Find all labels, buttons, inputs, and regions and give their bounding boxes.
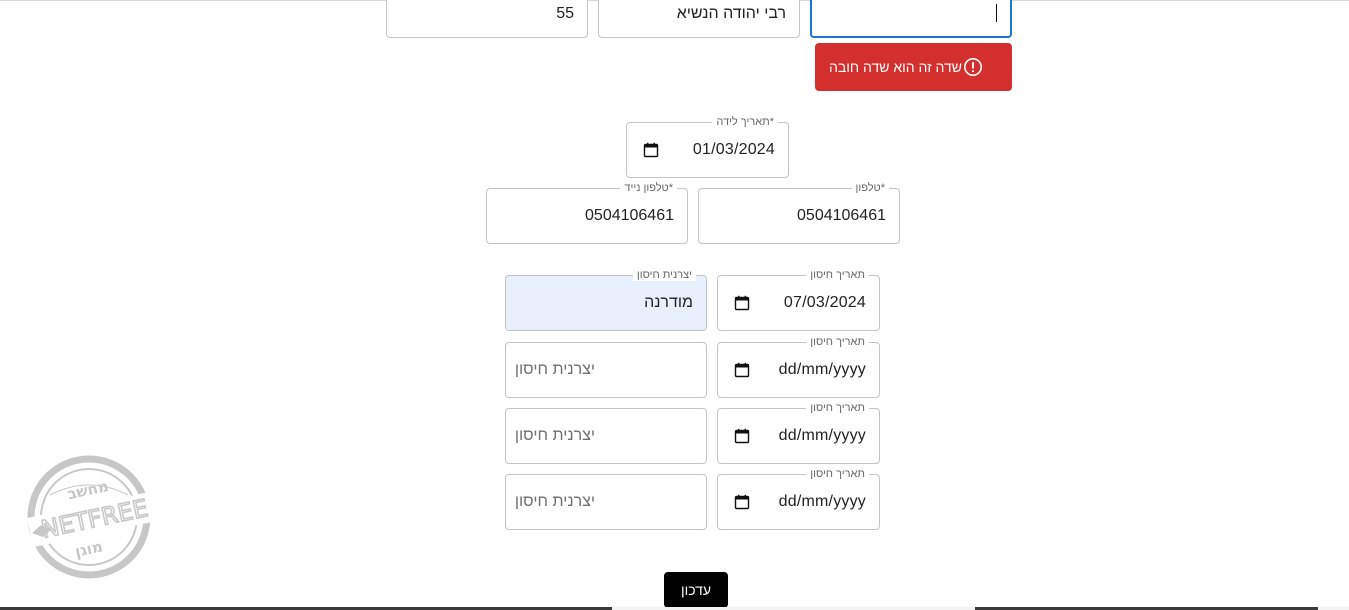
vaccine-maker-placeholder-3: יצרנית חיסון (514, 427, 595, 444)
phone-value: 0504106461 (797, 207, 886, 224)
error-message: שדה זה הוא שדה חובה (829, 59, 962, 75)
birth-date-value: 01/03/2024 (692, 141, 775, 158)
vaccine-date-value-1: 07/03/2024 (783, 294, 866, 311)
vaccine-maker-placeholder-4: יצרנית חיסון (514, 493, 595, 510)
vaccine-maker-placeholder-2: יצרנית חיסון (514, 361, 595, 378)
house-number-input[interactable]: 55 (386, 0, 588, 38)
vaccine-maker-input-2[interactable]: יצרנית חיסון (505, 342, 707, 398)
required-empty-input[interactable] (810, 0, 1012, 38)
street-input[interactable]: רבי יהודה הנשיא (598, 0, 800, 38)
calendar-icon[interactable] (734, 494, 750, 510)
street-value: רבי יהודה הנשיא (676, 5, 786, 22)
mobile-phone-value: 0504106461 (585, 207, 674, 224)
mobile-phone-input[interactable]: *טלפון נייד 0504106461 (486, 182, 688, 244)
vaccine-date-input-2[interactable]: תאריך חיסון dd/mm/yyyy (717, 336, 880, 398)
calendar-icon[interactable] (734, 295, 750, 311)
birth-date-input[interactable]: *תאריך לידה 01/03/2024 (626, 116, 789, 178)
vaccine-date-value-4: dd/mm/yyyy (778, 493, 866, 510)
calendar-icon[interactable] (643, 142, 659, 158)
netfree-stamp-logo: מחשב NETFREE מוגן (26, 455, 165, 579)
calendar-icon[interactable] (734, 362, 750, 378)
vaccine-maker-input-4[interactable]: יצרנית חיסון (505, 474, 707, 530)
vaccine-date-input-4[interactable]: תאריך חיסון dd/mm/yyyy (717, 468, 880, 530)
phone-input[interactable]: *טלפון 0504106461 (698, 182, 900, 244)
vaccine-date-value-3: dd/mm/yyyy (778, 427, 866, 444)
vaccine-maker-input-3[interactable]: יצרנית חיסון (505, 408, 707, 464)
calendar-icon[interactable] (734, 428, 750, 444)
house-number-value: 55 (556, 5, 574, 22)
error-circle-icon (964, 58, 982, 76)
update-button[interactable]: עדכון (664, 572, 728, 608)
required-field-error: שדה זה הוא שדה חובה (815, 43, 1012, 91)
svg-text:מוגן: מוגן (73, 537, 104, 560)
vaccine-date-input-1[interactable]: תאריך חיסון 07/03/2024 (717, 269, 880, 331)
text-cursor (996, 4, 997, 22)
vaccine-date-input-3[interactable]: תאריך חיסון dd/mm/yyyy (717, 402, 880, 464)
vaccine-date-value-2: dd/mm/yyyy (778, 361, 866, 378)
vaccine-maker-input-1[interactable]: יצרנית חיסון מודרנה (505, 269, 707, 331)
svg-text:מחשב: מחשב (66, 477, 111, 503)
vaccine-maker-value-1: מודרנה (644, 294, 693, 311)
